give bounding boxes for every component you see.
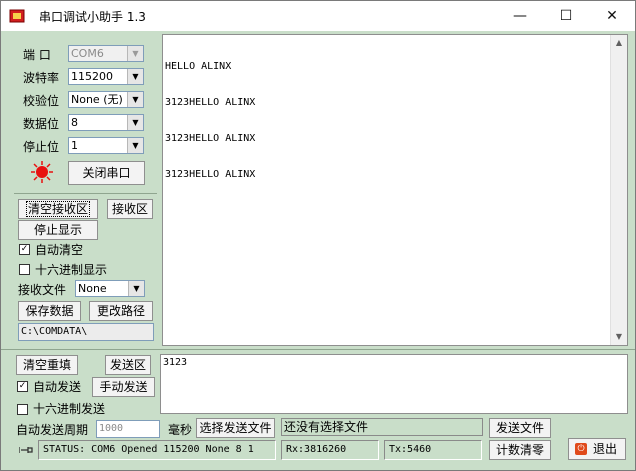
chevron-down-icon: ▼ [127, 46, 143, 61]
power-icon: ⏻ [575, 443, 587, 455]
receive-line: HELLO ALINX [165, 61, 232, 72]
parity-select[interactable]: None (无) ▼ [68, 91, 144, 108]
count-clear-button[interactable]: 计数清零 [489, 440, 551, 460]
hex-display-label: 十六进制显示 [35, 263, 108, 277]
save-data-button[interactable]: 保存数据 [18, 301, 81, 321]
chevron-down-icon: ▼ [128, 281, 144, 296]
databits-label: 数据位 [23, 117, 60, 131]
send-text: 3123 [163, 357, 188, 368]
port-select[interactable]: COM6 ▼ [68, 45, 144, 62]
chevron-down-icon: ▼ [127, 92, 143, 107]
baud-label: 波特率 [23, 71, 60, 85]
exit-button[interactable]: ⏻ 退出 [568, 438, 626, 460]
hex-display-checkbox[interactable] [19, 264, 30, 275]
stopbits-label: 停止位 [23, 140, 60, 154]
maximize-button[interactable]: ☐ [543, 1, 589, 31]
period-input[interactable]: 1000 [96, 420, 160, 438]
auto-send-checkbox[interactable]: ✓ [17, 381, 28, 392]
receive-text-lines: HELLO ALINX 3123HELLO ALINX 3123HELLO AL… [165, 37, 255, 205]
rx-file-value: None [78, 282, 107, 295]
baud-value: 115200 [71, 70, 113, 83]
hex-send-label: 十六进制发送 [33, 402, 106, 416]
app-window: 串口调试小助手 1.3 — ☐ ✕ 端 口 COM6 ▼ 波特率 115200 … [0, 0, 636, 471]
receive-line: 3123HELLO ALINX [165, 133, 256, 144]
exit-label: 退出 [593, 442, 618, 456]
receive-scrollbar[interactable]: ▲ ▼ [610, 35, 627, 345]
parity-label: 校验位 [23, 94, 60, 108]
tx-count: Tx:5460 [384, 440, 482, 460]
separator [14, 193, 157, 194]
close-port-button[interactable]: 关闭串口 [68, 161, 145, 185]
auto-clear-label: 自动清空 [35, 243, 84, 257]
window-title: 串口调试小助手 1.3 [39, 10, 146, 24]
port-status-indicator-icon [31, 161, 53, 183]
auto-send-label: 自动发送 [33, 380, 82, 394]
file-status-field: 还没有选择文件 [281, 418, 483, 436]
change-path-button[interactable]: 更改路径 [89, 301, 153, 321]
chevron-down-icon: ▼ [127, 138, 143, 153]
clear-resend-button[interactable]: 清空重填 [16, 355, 78, 375]
port-value: COM6 [71, 47, 104, 60]
databits-select[interactable]: 8 ▼ [68, 114, 144, 131]
receive-text-area[interactable]: HELLO ALINX 3123HELLO ALINX 3123HELLO AL… [162, 34, 628, 346]
tx-area-button[interactable]: 发送区 [105, 355, 151, 375]
send-file-button[interactable]: 发送文件 [489, 418, 551, 438]
chevron-down-icon: ▼ [127, 115, 143, 130]
stopbits-value: 1 [71, 139, 78, 152]
databits-value: 8 [71, 116, 78, 129]
stopbits-select[interactable]: 1 ▼ [68, 137, 144, 154]
rx-area-button[interactable]: 接收区 [107, 199, 153, 219]
separator [1, 349, 635, 350]
status-text: STATUS: COM6 Opened 115200 None 8 1 [38, 440, 276, 460]
chevron-down-icon: ▼ [127, 69, 143, 84]
receive-line: 3123HELLO ALINX [165, 97, 256, 108]
rx-count: Rx:3816260 [281, 440, 379, 460]
baud-select[interactable]: 115200 ▼ [68, 68, 144, 85]
app-icon [9, 9, 25, 23]
close-button[interactable]: ✕ [589, 1, 635, 31]
clear-rx-label: 清空接收区 [25, 201, 90, 217]
scroll-down-icon[interactable]: ▼ [611, 329, 627, 345]
parity-value: None (无) [71, 93, 123, 106]
clear-rx-button[interactable]: 清空接收区 [18, 199, 98, 219]
send-text-area[interactable]: 3123 [160, 354, 628, 414]
save-path-field: C:\COMDATA\ [18, 323, 154, 341]
scroll-up-icon[interactable]: ▲ [611, 35, 627, 51]
rx-file-select[interactable]: None ▼ [75, 280, 145, 297]
manual-send-button[interactable]: 手动发送 [92, 377, 155, 397]
stop-display-button[interactable]: 停止显示 [18, 220, 98, 240]
pin-icon[interactable] [19, 443, 33, 457]
rx-file-label: 接收文件 [18, 283, 67, 297]
hex-send-checkbox[interactable] [17, 404, 28, 415]
period-label: 自动发送周期 [16, 423, 89, 437]
auto-clear-checkbox[interactable]: ✓ [19, 244, 30, 255]
select-file-button[interactable]: 选择发送文件 [196, 418, 275, 438]
title-bar: 串口调试小助手 1.3 — ☐ ✕ [1, 1, 635, 31]
receive-line: 3123HELLO ALINX [165, 169, 256, 180]
port-label: 端 口 [23, 48, 51, 62]
ms-label: 毫秒 [168, 423, 193, 437]
minimize-button[interactable]: — [497, 1, 543, 31]
